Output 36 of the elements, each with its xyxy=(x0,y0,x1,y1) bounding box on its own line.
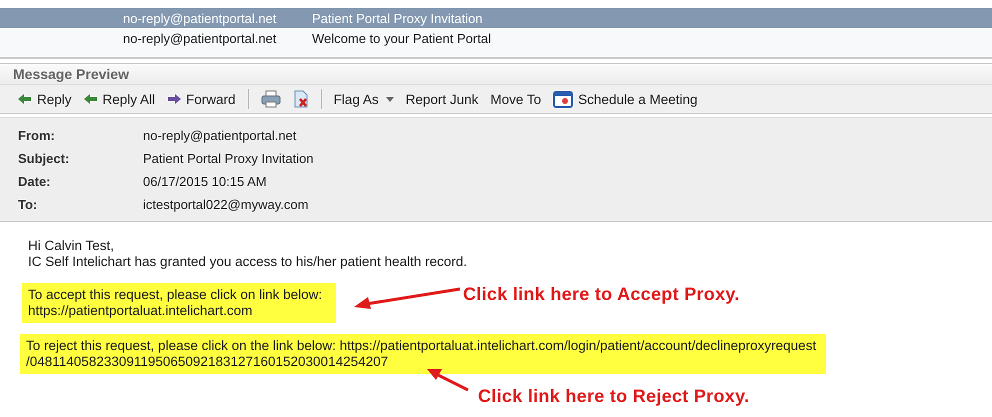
greeting-text: Hi Calvin Test, xyxy=(27,238,116,254)
callout-text: Click link here to Accept Proxy. xyxy=(463,284,740,305)
field-label: To: xyxy=(18,197,38,212)
field-label: From: xyxy=(18,128,56,143)
toolbar-button[interactable]: Schedule a Meeting xyxy=(549,88,702,110)
field-label: Date: xyxy=(18,174,52,189)
toolbar-button[interactable]: Reply xyxy=(14,90,76,108)
forward-arrow-icon xyxy=(167,93,182,105)
message-text: To reject this request, please click on the link below: https://patientportaluat.intelichart.com/login/patient/account/declineproxyrequest xyxy=(26,338,816,354)
sender-text: no-reply@patientportal.net xyxy=(123,30,278,46)
field-value: no-reply@patientportal.net xyxy=(143,128,296,143)
arrow-icon xyxy=(352,287,462,311)
callout-text: Click link here to Reject Proxy. xyxy=(478,386,750,407)
field-value: Patient Portal Proxy Invitation xyxy=(143,151,314,166)
dropdown-button[interactable]: Flag As xyxy=(330,90,398,108)
field-label: Subject: xyxy=(18,151,70,166)
sender-text: no-reply@patientportal.net xyxy=(123,10,278,26)
toolbar-button[interactable]: Forward xyxy=(163,90,240,108)
arrow-icon xyxy=(426,368,470,392)
toolbar-button[interactable]: Report Junk xyxy=(402,90,482,108)
panel-title-bar: Message Preview xyxy=(0,63,992,84)
subject-text: Welcome to your Patient Portal xyxy=(312,30,491,46)
field-value: 06/17/2015 10:15 AM xyxy=(143,174,267,189)
calendar-icon xyxy=(553,90,574,108)
message-text: https://patientportaluat.intelichart.com xyxy=(28,303,254,319)
message-text: To accept this request, please click on link below: xyxy=(28,287,322,303)
reply-arrow-icon xyxy=(18,93,32,105)
toolbar-button[interactable]: Move To xyxy=(486,90,546,108)
toolbar-button[interactable]: Reply All xyxy=(80,90,160,108)
message-text: IC Self Intelichart has granted you access to his/her patient health record. xyxy=(27,254,468,270)
field-value: ictestportal022@myway.com xyxy=(143,197,308,212)
subject-text: Patient Portal Proxy Invitation xyxy=(312,10,483,26)
message-row[interactable]: no-reply@patientportal.net Welcome to your Patient Portal xyxy=(0,28,992,48)
message-text: /048114058233091195065092183127160152030014254207 xyxy=(26,354,390,370)
caret-icon xyxy=(386,96,394,102)
reply-arrow-icon xyxy=(84,93,98,105)
